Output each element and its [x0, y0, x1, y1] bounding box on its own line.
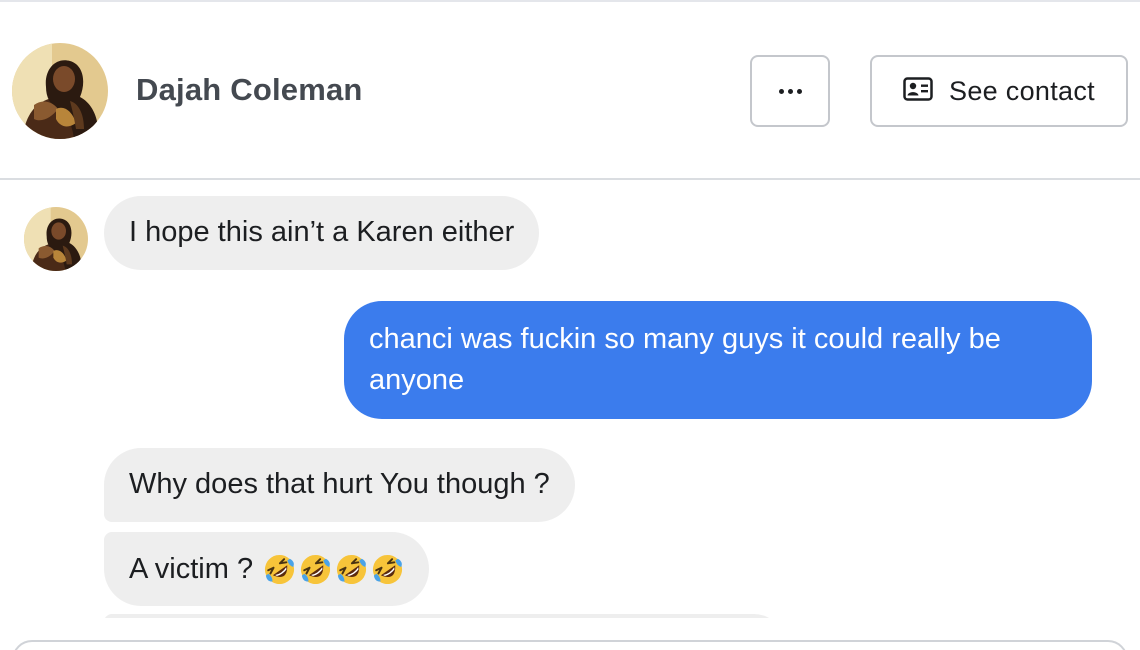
- rolling-on-floor-laughing-icon: [373, 554, 403, 584]
- rolling-on-floor-laughing-icon: [265, 554, 295, 584]
- outgoing-message[interactable]: chanci was fuckin so many guys it could …: [344, 301, 1092, 419]
- rolling-on-floor-laughing-icon: [337, 554, 367, 584]
- emoji-group: [263, 553, 404, 586]
- contact-card-icon: [903, 76, 933, 106]
- more-options-button[interactable]: [750, 55, 830, 127]
- contact-avatar[interactable]: [12, 43, 108, 139]
- message-text: A victim ?: [129, 552, 254, 585]
- see-contact-button[interactable]: See contact: [870, 55, 1128, 127]
- incoming-message[interactable]: I hope this ain’t a Karen either: [104, 196, 540, 270]
- incoming-message[interactable]: A victim ?: [104, 532, 430, 606]
- more-horizontal-icon: [778, 88, 802, 94]
- conversation-header: Dajah Coleman See contact: [0, 2, 1140, 178]
- contact-name: Dajah Coleman: [136, 72, 363, 107]
- incoming-message[interactable]: Why does that hurt You though ?: [104, 448, 575, 522]
- message-composer[interactable]: [12, 640, 1128, 650]
- incoming-message-partial[interactable]: [104, 614, 784, 618]
- see-contact-label: See contact: [949, 75, 1095, 106]
- message-thread[interactable]: I hope this ain’t a Karen either chanci …: [0, 180, 1140, 618]
- rolling-on-floor-laughing-icon: [301, 554, 331, 584]
- sender-avatar[interactable]: [24, 207, 88, 271]
